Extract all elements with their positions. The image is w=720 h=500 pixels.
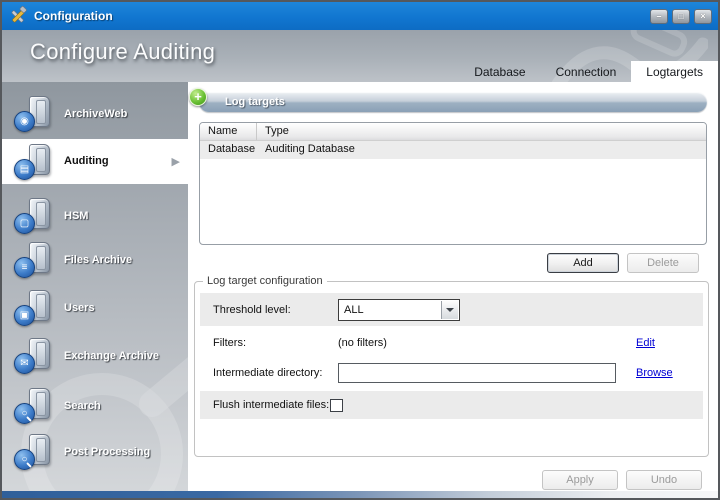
configuration-window: Configuration – □ × Configure Auditing D… — [0, 0, 720, 500]
combo-dropdown-button[interactable] — [441, 301, 458, 319]
maximize-button[interactable]: □ — [672, 9, 690, 24]
group-legend: Log target configuration — [203, 275, 327, 287]
intermediate-directory-label: Intermediate directory: — [213, 367, 333, 379]
flush-intermediate-files-label: Flush intermediate files: — [213, 399, 329, 411]
column-header-type[interactable]: Type — [257, 123, 297, 140]
sidebar-item-label: Users — [64, 302, 168, 315]
log-targets-table: Name Type Database Auditing Database — [199, 122, 707, 245]
apply-button[interactable]: Apply — [542, 470, 618, 490]
window-title: Configuration — [34, 9, 113, 23]
sidebar-item-hsm[interactable]: ▢ HSM — [2, 194, 188, 238]
sidebar: ◉ ArchiveWeb ▤ Auditing ▶ ▢ HSM ≡ Files … — [2, 82, 188, 494]
chevron-down-icon — [446, 308, 454, 312]
exchange-archive-server-icon: ✉ — [14, 338, 54, 374]
sidebar-item-label: HSM — [64, 210, 168, 223]
add-plus-icon[interactable]: + — [189, 88, 207, 106]
edit-link[interactable]: Edit — [636, 337, 655, 349]
search-server-icon: ○ — [14, 388, 54, 424]
tab-connection[interactable]: Connection — [541, 61, 632, 82]
sidebar-item-users[interactable]: ▣ Users — [2, 286, 188, 330]
browse-link[interactable]: Browse — [636, 367, 673, 379]
footer-strip — [2, 491, 718, 498]
auditing-server-icon: ▤ — [14, 144, 54, 180]
page-header: Configure Auditing Database Connection L… — [2, 30, 718, 82]
log-targets-section-bar: + Log targets — [199, 92, 707, 112]
title-bar: Configuration – □ × — [2, 2, 718, 30]
tab-bar: Database Connection Logtargets — [459, 61, 718, 82]
filters-label: Filters: — [213, 337, 333, 349]
page-title: Configure Auditing — [30, 39, 215, 65]
sidebar-item-label: Post Processing — [64, 446, 168, 459]
undo-button[interactable]: Undo — [626, 470, 702, 490]
tools-icon — [8, 6, 28, 26]
threshold-level-label: Threshold level: — [213, 304, 333, 316]
selected-arrow-icon: ▶ — [172, 155, 180, 168]
threshold-level-row: Threshold level: ALL — [200, 293, 703, 326]
sidebar-item-post-processing[interactable]: ○ Post Processing — [2, 430, 188, 474]
sidebar-item-exchange-archive[interactable]: ✉ Exchange Archive — [2, 332, 188, 380]
window-controls: – □ × — [650, 9, 712, 24]
table-header: Name Type — [200, 123, 706, 141]
intermediate-directory-row: Intermediate directory: Browse — [200, 359, 703, 387]
column-header-name[interactable]: Name — [200, 123, 257, 140]
threshold-level-value: ALL — [339, 304, 364, 316]
post-processing-server-icon: ○ — [14, 434, 54, 470]
tab-database[interactable]: Database — [459, 61, 540, 82]
threshold-level-select[interactable]: ALL — [338, 299, 460, 321]
cell-name: Database — [200, 141, 257, 159]
section-title: Log targets — [225, 96, 285, 108]
add-button[interactable]: Add — [547, 253, 619, 273]
delete-button[interactable]: Delete — [627, 253, 699, 273]
table-row[interactable]: Database Auditing Database — [200, 141, 706, 159]
filters-row: Filters: (no filters) Edit — [200, 329, 703, 357]
users-server-icon: ▣ — [14, 290, 54, 326]
sidebar-item-search[interactable]: ○ Search — [2, 384, 188, 428]
sidebar-item-label: Files Archive — [64, 254, 168, 267]
intermediate-directory-input[interactable] — [338, 363, 616, 383]
sidebar-item-auditing[interactable]: ▤ Auditing ▶ — [2, 139, 188, 184]
filters-value: (no filters) — [338, 337, 387, 349]
tab-logtargets[interactable]: Logtargets — [631, 61, 718, 82]
close-button[interactable]: × — [694, 9, 712, 24]
cell-type: Auditing Database — [257, 141, 363, 159]
main-content: + Log targets Name Type Database Auditin… — [188, 82, 718, 494]
hsm-server-icon: ▢ — [14, 198, 54, 234]
files-archive-server-icon: ≡ — [14, 242, 54, 278]
sidebar-item-label: ArchiveWeb — [64, 108, 168, 121]
sidebar-item-files-archive[interactable]: ≡ Files Archive — [2, 238, 188, 282]
flush-intermediate-files-row: Flush intermediate files: — [200, 391, 703, 419]
sidebar-item-label: Auditing — [64, 155, 168, 168]
sidebar-item-label: Search — [64, 400, 168, 413]
sidebar-item-label: Exchange Archive — [64, 350, 168, 363]
archiveweb-server-icon: ◉ — [14, 96, 54, 132]
flush-intermediate-files-checkbox[interactable] — [330, 399, 343, 412]
sidebar-item-archiveweb[interactable]: ◉ ArchiveWeb — [2, 92, 188, 136]
log-target-configuration-group: Log target configuration Threshold level… — [194, 275, 709, 457]
minimize-button[interactable]: – — [650, 9, 668, 24]
